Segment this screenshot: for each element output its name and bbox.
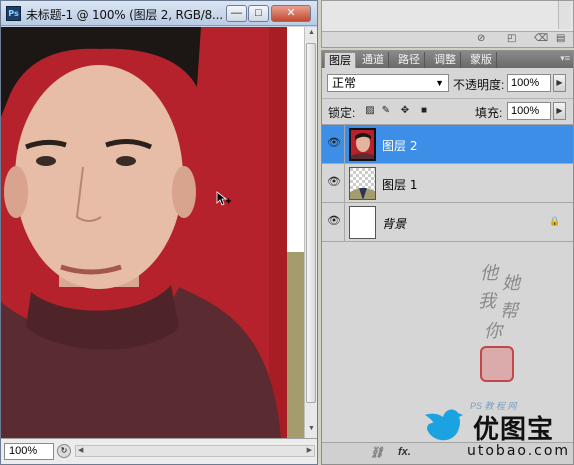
eye-separator	[344, 164, 345, 203]
panel-tabs: 图层 通道 路径 调整 蒙版 ▾≡	[322, 51, 573, 68]
watermark-char: 她	[502, 273, 520, 294]
watermark-char: 我	[478, 291, 496, 312]
scroll-up-icon[interactable]: ▲	[307, 29, 316, 39]
vertical-scroll-thumb[interactable]	[306, 43, 316, 403]
layer-row-background[interactable]: 👁 背景 🔒	[322, 203, 573, 242]
layer-row-layer-1[interactable]: 👁 图层 1	[322, 164, 573, 203]
photoshop-app-icon: Ps	[6, 6, 21, 21]
red-seal-stamp	[480, 346, 514, 382]
eye-separator	[344, 125, 345, 164]
horizontal-scrollbar[interactable]: ◀ ▶	[75, 445, 315, 457]
status-bar: 100% ↻ ◀ ▶	[1, 438, 317, 464]
layer-thumbnail	[349, 206, 376, 239]
opacity-field[interactable]: 100%	[507, 74, 551, 92]
layers-panel: 图层 通道 路径 调整 蒙版 ▾≡ 正常 ▼ 不透明度: 100% ▶ 锁定: …	[321, 50, 574, 465]
bird-icon	[425, 409, 463, 441]
upper-panel-toolbar: ⊘ ◰ ⌫ ▤	[322, 31, 573, 47]
scroll-down-icon[interactable]: ▼	[307, 425, 316, 435]
opacity-arrow-icon[interactable]: ▶	[553, 74, 566, 92]
eye-icon[interactable]: 👁	[327, 175, 341, 189]
vertical-scrollbar[interactable]: ▲ ▼	[304, 27, 317, 438]
maximize-button[interactable]: □	[248, 5, 269, 22]
tab-layers[interactable]: 图层	[324, 52, 356, 68]
zoom-level-field[interactable]: 100%	[4, 443, 54, 460]
tab-channels[interactable]: 通道	[358, 52, 389, 68]
fx-icon[interactable]: fx.	[398, 446, 411, 458]
tab-masks[interactable]: 蒙版	[466, 52, 497, 68]
utobao-logo: 优图宝 utobao.com	[423, 405, 573, 465]
scroll-right-icon[interactable]: ▶	[307, 446, 312, 454]
trash-icon[interactable]: ⌫	[534, 33, 548, 44]
layer-name[interactable]: 图层 2	[382, 137, 417, 154]
image-canvas[interactable]	[1, 27, 304, 438]
link-icon[interactable]: ⛓	[370, 446, 384, 459]
new-item-icon[interactable]: ◰	[507, 33, 516, 44]
upper-panel: ⊘ ◰ ⌫ ▤	[321, 0, 574, 48]
layer-thumbnail	[349, 128, 376, 161]
tab-paths[interactable]: 路径	[394, 52, 425, 68]
opacity-label: 不透明度:	[453, 78, 505, 92]
panel-options-icon[interactable]: ▾≡	[560, 53, 570, 64]
fill-arrow-icon[interactable]: ▶	[553, 102, 566, 120]
minimize-button[interactable]: —	[226, 5, 247, 22]
lock-all-icon[interactable]: ■	[418, 105, 430, 117]
document-title: 未标题-1 @ 100% (图层 2, RGB/8...	[26, 8, 223, 22]
move-cursor-icon	[216, 191, 232, 210]
eye-icon[interactable]: 👁	[327, 214, 341, 228]
layer-thumbnail	[349, 167, 376, 200]
eye-icon[interactable]: 👁	[327, 136, 341, 150]
layer-row-layer-2[interactable]: 👁 图层 2	[322, 125, 573, 164]
blend-mode-value: 正常	[332, 76, 357, 90]
lock-brush-icon[interactable]: ✎	[380, 105, 392, 117]
lock-fill-row: 锁定: ▨ ✎ ✥ ■ 填充: 100% ▶	[322, 98, 573, 122]
layer-name[interactable]: 图层 1	[382, 176, 417, 193]
scroll-left-icon[interactable]: ◀	[78, 446, 83, 454]
fill-label: 填充:	[475, 106, 503, 120]
upper-panel-scrollbar[interactable]	[558, 1, 571, 29]
close-button[interactable]: ✕	[271, 5, 311, 22]
no-icon[interactable]: ⊘	[477, 33, 485, 44]
panel-menu-icon[interactable]: ▤	[556, 33, 565, 44]
portrait-photo	[1, 27, 304, 438]
blend-opacity-row: 正常 ▼ 不透明度: 100% ▶	[322, 71, 573, 95]
logo-sub-text: utobao.com	[467, 443, 571, 459]
layer-list: 👁 图层 2 👁 图层 1 👁 背景 🔒	[322, 124, 573, 242]
lock-transparency-icon[interactable]: ▨	[364, 105, 376, 117]
chevron-down-icon: ▼	[435, 78, 444, 88]
lock-label: 锁定:	[328, 106, 356, 120]
watermark-char: 帮	[500, 301, 518, 322]
lock-move-icon[interactable]: ✥	[399, 105, 411, 117]
eye-separator	[344, 203, 345, 242]
document-titlebar[interactable]: Ps 未标题-1 @ 100% (图层 2, RGB/8... — □ ✕	[1, 1, 317, 26]
document-window: Ps 未标题-1 @ 100% (图层 2, RGB/8... — □ ✕ ▲ …	[0, 0, 318, 465]
blend-mode-select[interactable]: 正常 ▼	[327, 74, 449, 92]
lock-icon: 🔒	[549, 216, 561, 226]
layer-name[interactable]: 背景	[382, 215, 406, 232]
status-info-icon[interactable]: ↻	[57, 444, 71, 458]
app-root: Ps 未标题-1 @ 100% (图层 2, RGB/8... — □ ✕ ▲ …	[0, 0, 574, 465]
fill-field[interactable]: 100%	[507, 102, 551, 120]
watermark-char: 他	[480, 263, 498, 284]
watermark-char: 你	[484, 321, 502, 342]
tab-adjustments[interactable]: 调整	[430, 52, 461, 68]
logo-main-text: 优图宝	[473, 415, 555, 445]
